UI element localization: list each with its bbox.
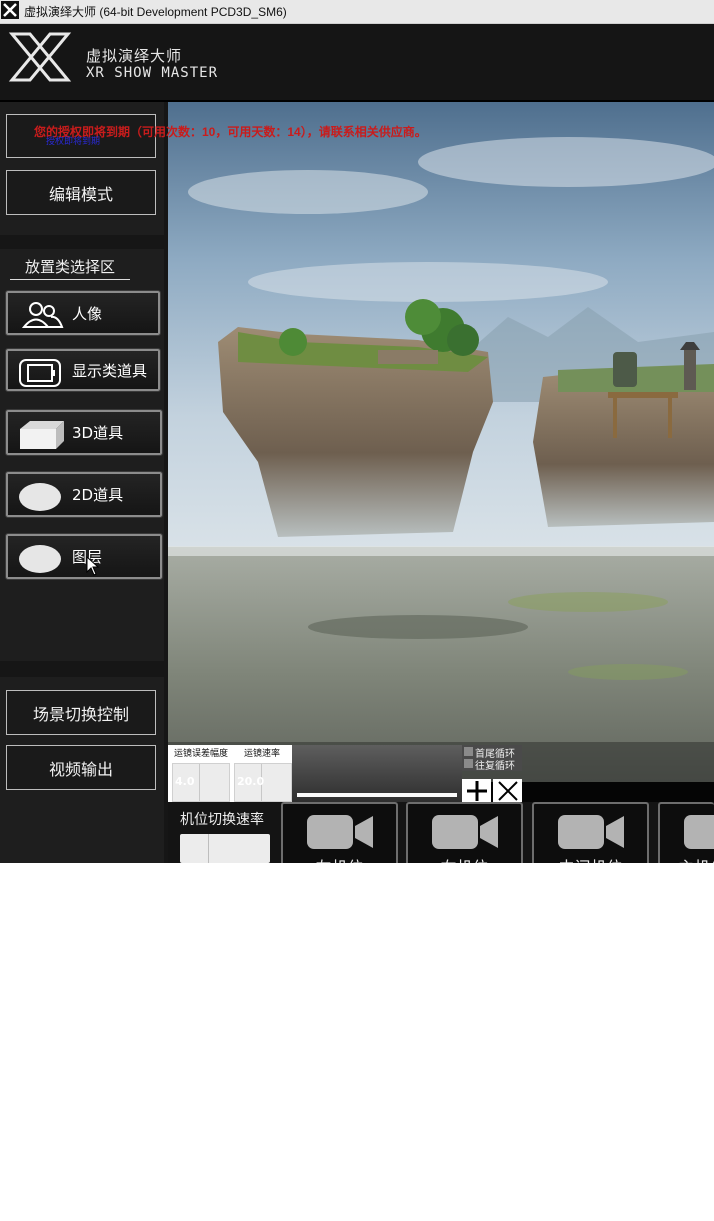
placement-item-display[interactable]: 显示类道具 [5,348,161,392]
license-warning-overlap: 授权即将到期 [46,137,101,147]
video-camera-icon [307,815,373,849]
placement-item-label: 人像 [72,304,103,323]
xr-logo-icon [8,32,72,82]
window-title: 虚拟演绎大师 (64-bit Development PCD3D_SM6) [24,5,287,19]
display-icon [16,358,68,388]
title-bar: 虚拟演绎大师 (64-bit Development PCD3D_SM6) [0,0,714,24]
video-camera-icon [432,815,498,849]
scene-switch-button[interactable]: 场景切换控制 [6,690,156,735]
motion-speed-slider[interactable]: 20.0 [234,763,292,802]
placement-item-label: 3D道具 [72,424,124,442]
camera-button-main[interactable]: 主机位 [658,802,714,863]
motion-control-strip: 运镜误差幅度 运镜速率 4.0 20.0 首尾循环 往复循环 [168,745,714,802]
timeline-progress[interactable] [297,793,457,797]
video-camera-icon [684,815,714,849]
camera-button-right[interactable]: 右机位 [406,802,523,863]
mouse-cursor-icon [86,555,100,580]
video-camera-icon [558,815,624,849]
camera-label: 左机位 [283,854,396,863]
placement-item-label: 显示类道具 [72,361,148,380]
brand-name-cn: 虚拟演绎大师 [86,47,183,65]
ellipse-icon [16,481,68,511]
motion-error-label: 运镜误差幅度 [174,749,229,759]
loop-back-forth-checkbox[interactable] [464,759,473,768]
camera-label: 中间机位 [534,854,647,863]
motion-speed-label: 运镜速率 [244,749,281,759]
people-icon [16,300,68,330]
delete-keyframe-button[interactable] [493,779,522,802]
placement-item-portrait[interactable]: 人像 [5,290,161,336]
add-keyframe-button[interactable] [462,779,491,802]
plus-icon [466,780,487,801]
placement-item-layer[interactable]: 图层 [5,533,163,580]
brand-name-en: XR SHOW MASTER [86,65,219,81]
scene-render [168,102,714,802]
placement-title: 放置类选择区 [10,256,130,280]
app-window: 虚拟演绎大师 (64-bit Development PCD3D_SM6) 虚拟… [0,0,714,863]
motion-error-slider[interactable]: 4.0 [172,763,230,802]
close-icon [497,780,518,801]
loop-back-forth-label: 往复循环 [475,761,515,772]
motion-error-value: 4.0 [175,775,195,788]
ellipse-icon [16,543,68,573]
camera-switch-speed-slider[interactable] [180,834,270,863]
edit-mode-button[interactable]: 编辑模式 [6,170,156,215]
scene-viewport[interactable] [168,102,714,802]
loop-head-tail-checkbox[interactable] [464,747,473,756]
camera-button-center[interactable]: 中间机位 [532,802,649,863]
cube-icon [16,419,68,449]
camera-button-left[interactable]: 左机位 [281,802,398,863]
camera-switch-speed-label: 机位切换速率 [180,812,264,828]
placement-item-2d-prop[interactable]: 2D道具 [5,471,163,518]
placement-item-3d-prop[interactable]: 3D道具 [5,409,163,456]
app-icon [1,1,19,19]
camera-label: 主机位 [678,854,714,863]
app-header: 虚拟演绎大师 XR SHOW MASTER [0,24,714,102]
video-output-button[interactable]: 视频输出 [6,745,156,790]
camera-label: 右机位 [408,854,521,863]
motion-speed-value: 20.0 [237,775,265,788]
placement-item-label: 2D道具 [72,486,124,504]
